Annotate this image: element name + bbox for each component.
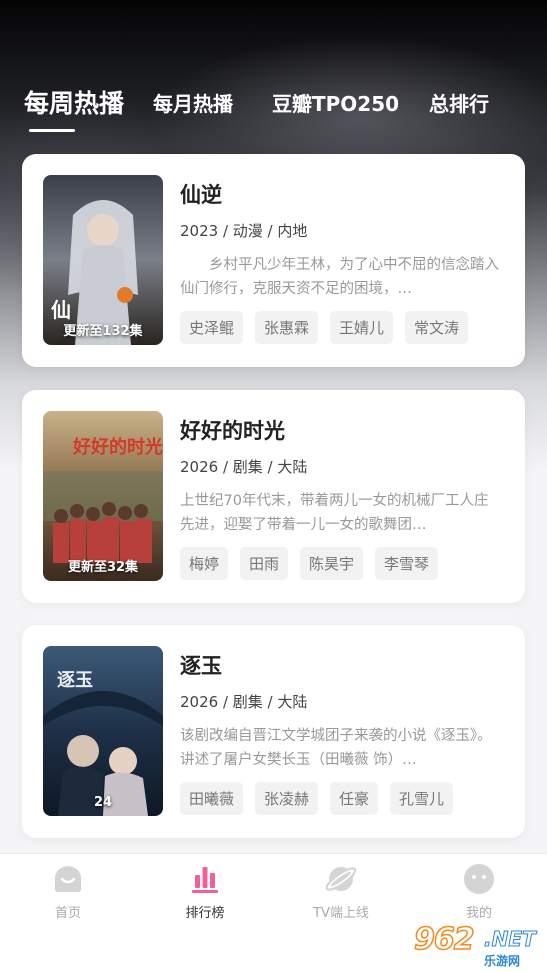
active-tab-indicator <box>29 129 75 132</box>
nav-label: 首页 <box>54 906 81 921</box>
nav-item-profile[interactable]: 我的 <box>424 862 534 921</box>
tab-douban-top250[interactable]: 豆瓣TPO250 <box>272 88 399 117</box>
cast-tag[interactable]: 任豪 <box>330 782 379 815</box>
nav-label: 排行榜 <box>185 906 225 921</box>
episode-badge: 24 <box>93 795 113 810</box>
poster-logo: 逐玉 <box>57 670 93 691</box>
show-description: 上世纪70年代末，带着两儿一女的机械厂工人庄先进，迎娶了带着一儿一女的歌舞团… <box>180 493 489 533</box>
nav-label: 我的 <box>465 906 492 921</box>
show-title[interactable]: 好好的时光 <box>180 415 285 445</box>
profile-icon <box>464 864 494 894</box>
show-description: 该剧改编自晋江文学城团子来袭的小说《逐玉》。讲述了屠户女樊长玉（田曦薇 饰）… <box>180 728 492 768</box>
nav-item-ranking[interactable]: 排行榜 <box>150 862 260 921</box>
tab-overall[interactable]: 总排行 <box>429 88 489 117</box>
episode-badge: 更新至132集 <box>63 324 143 339</box>
cast-tag[interactable]: 史泽鲲 <box>180 311 244 344</box>
nav-item-tv[interactable]: TV端上线 <box>286 862 396 921</box>
planet-icon <box>325 867 357 891</box>
cast-tag[interactable]: 田雨 <box>240 547 289 580</box>
show-meta: 2026 / 剧集 / 大陆 <box>180 458 308 476</box>
cast-tag[interactable]: 孔雪儿 <box>390 782 454 815</box>
site-watermark: 962 .NET 乐游网 <box>413 921 544 970</box>
show-title[interactable]: 仙逆 <box>180 179 222 209</box>
cast-tag[interactable]: 王婧儿 <box>330 311 394 344</box>
ranking-icon <box>192 867 218 893</box>
watermark-sitename: 乐游网 <box>484 954 521 968</box>
show-title[interactable]: 逐玉 <box>180 650 222 680</box>
cast-tags: 史泽鲲 张惠霖 王婧儿 常文涛 <box>180 311 469 344</box>
cast-tag[interactable]: 常文涛 <box>405 311 469 344</box>
poster-image[interactable]: 仙 更新至132集 <box>43 175 163 345</box>
ranking-card[interactable]: 好好的时光 更新至32集 好好的时光 2026 / 剧集 / 大陆 上世纪70年… <box>22 390 525 603</box>
episode-badge: 更新至32集 <box>67 560 139 575</box>
cast-tag[interactable]: 田曦薇 <box>180 782 244 815</box>
show-meta: 2026 / 剧集 / 大陆 <box>180 693 308 711</box>
ranking-card[interactable]: 仙 更新至132集 仙逆 2023 / 动漫 / 内地 乡村平凡少年王林，为了心… <box>22 154 525 367</box>
watermark-net: .NET <box>484 927 537 952</box>
cast-tag[interactable]: 李雪琴 <box>375 547 439 580</box>
tab-weekly[interactable]: 每周热播 <box>24 84 124 120</box>
cast-tag[interactable]: 梅婷 <box>180 547 229 580</box>
poster-image[interactable]: 好好的时光 更新至32集 <box>43 411 163 581</box>
cast-tag[interactable]: 张惠霖 <box>255 311 319 344</box>
home-icon <box>55 866 81 892</box>
cast-tags: 梅婷 田雨 陈昊宇 李雪琴 <box>180 547 439 580</box>
tab-monthly[interactable]: 每月热播 <box>153 88 233 117</box>
show-meta: 2023 / 动漫 / 内地 <box>180 222 308 240</box>
nav-label: TV端上线 <box>313 906 369 921</box>
ranking-tabs: 每周热播 每月热播 豆瓣TPO250 总排行 <box>24 82 523 122</box>
cast-tag[interactable]: 张凌赫 <box>255 782 319 815</box>
poster-logo: 好好的时光 <box>72 436 163 458</box>
show-description: 乡村平凡少年王林，为了心中不屈的信念踏入仙门修行，克服天资不足的困境，… <box>180 257 499 297</box>
poster-image[interactable]: 逐玉 24 <box>43 646 163 816</box>
ranking-card[interactable]: 逐玉 24 逐玉 2026 / 剧集 / 大陆 该剧改编自晋江文学城团子来袭的小… <box>22 625 525 838</box>
cast-tag[interactable]: 陈昊宇 <box>300 547 364 580</box>
watermark-number: 962 <box>413 921 475 958</box>
poster-logo: 仙 <box>51 298 71 322</box>
cast-tags: 田曦薇 张凌赫 任豪 孔雪儿 <box>180 782 454 815</box>
nav-item-home[interactable]: 首页 <box>13 862 123 921</box>
